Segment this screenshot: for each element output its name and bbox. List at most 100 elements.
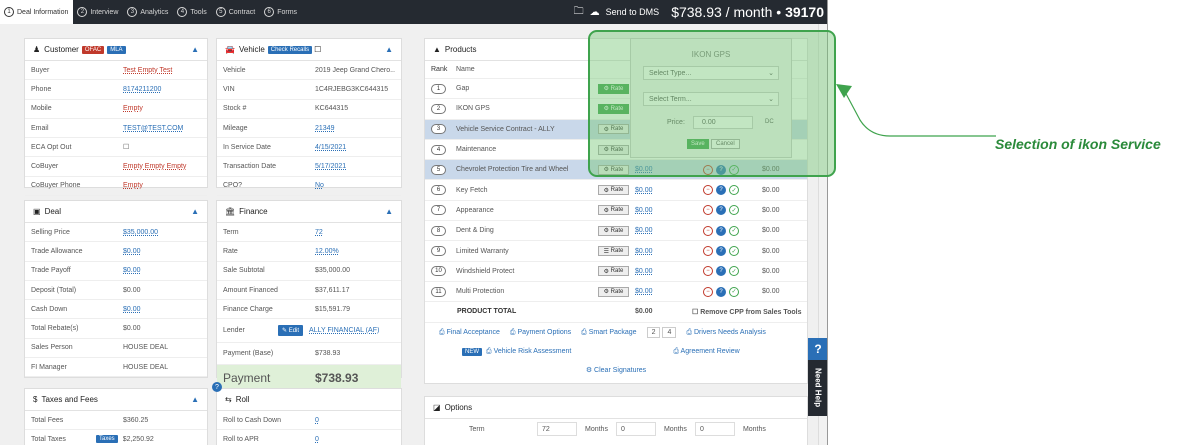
field-value[interactable]: 4/15/2021 — [315, 144, 395, 151]
folder-icon[interactable]: 🗀 — [574, 4, 584, 21]
smart-package-input-2[interactable]: 4 — [662, 327, 677, 339]
remove-icon[interactable]: − — [703, 286, 713, 297]
need-help-button[interactable]: Need Help — [808, 360, 827, 416]
check-recalls-button[interactable]: Check Recalls — [267, 45, 313, 54]
field-value[interactable]: Empty Empty Empty — [123, 163, 201, 170]
product-links-2: NEW ⎙ Vehicle Risk Assessment ⎙ Agreemen… — [425, 343, 807, 361]
field-value[interactable]: 0 — [315, 417, 395, 424]
field-value[interactable]: TEST@TEST.COM — [123, 125, 201, 132]
product-row[interactable]: 8 Dent & Ding ⚙ Rate $0.00 −? ✓ $0.00 — [425, 221, 807, 242]
check-icon[interactable]: ✓ — [729, 286, 739, 297]
product-row[interactable]: 9 Limited Warranty ☰ Rate $0.00 −? ✓ $0.00 — [425, 241, 807, 262]
field-value[interactable]: $0.00 — [123, 306, 201, 313]
tab-label: Analytics — [140, 8, 169, 16]
help-icon[interactable]: ? — [716, 266, 726, 277]
tab-tools[interactable]: 4 Tools — [173, 0, 211, 24]
field-value[interactable]: $0.00 — [123, 248, 201, 255]
rank-number: 9 — [431, 246, 446, 257]
tab-forms[interactable]: 6 Forms — [260, 0, 302, 24]
field-value[interactable]: 12.00% — [315, 248, 395, 255]
help-icon[interactable]: ? — [716, 246, 726, 257]
tab-interview[interactable]: 2 Interview — [73, 0, 123, 24]
remove-icon[interactable]: − — [703, 266, 713, 277]
help-question-button[interactable]: ? — [808, 338, 827, 360]
remove-cpp-checkbox[interactable]: ☐ — [692, 309, 698, 316]
field-value[interactable]: Empty — [123, 182, 201, 189]
check-icon[interactable]: ✓ — [729, 185, 739, 196]
product-amount[interactable]: $0.00 — [635, 288, 653, 295]
collapse-icon[interactable]: ▲ — [191, 207, 199, 216]
remove-icon[interactable]: − — [703, 205, 713, 216]
field-value[interactable]: No — [315, 182, 395, 189]
field-value[interactable]: 0 — [315, 436, 395, 443]
field-value[interactable]: ALLY FINANCIAL (AF) — [309, 327, 395, 334]
tab-analytics[interactable]: 3 Analytics — [123, 0, 173, 24]
help-icon[interactable]: ? — [716, 286, 726, 297]
remove-icon[interactable]: − — [703, 225, 713, 236]
help-icon[interactable]: ? — [716, 185, 726, 196]
rate-button[interactable]: ⚙ Rate — [598, 205, 629, 216]
info-icon[interactable]: ? — [212, 382, 222, 392]
field-value[interactable]: $35,000.00 — [123, 229, 201, 236]
remove-cpp[interactable]: ☐ Remove CPP from Sales Tools — [692, 308, 802, 316]
risk-assessment-link[interactable]: ⎙ Vehicle Risk Assessment — [486, 348, 571, 356]
remove-icon[interactable]: − — [703, 185, 713, 196]
rate-button[interactable]: ☰ Rate — [598, 246, 629, 257]
annotation-text: Selection of ikon Service — [995, 136, 1161, 152]
help-icon[interactable]: ? — [716, 225, 726, 236]
field-value[interactable]: Empty — [123, 105, 201, 112]
term-input-2[interactable]: 0 — [615, 422, 656, 436]
product-amount[interactable]: $0.00 — [635, 268, 653, 275]
check-icon[interactable]: ✓ — [729, 246, 739, 257]
mla-badge[interactable]: MLA — [107, 45, 126, 54]
product-row[interactable]: 10 Windshield Protect ⚙ Rate $0.00 −? ✓ $0.00 — [425, 262, 807, 282]
collapse-icon[interactable]: ▲ — [191, 45, 199, 54]
recalls-checkbox[interactable]: ☐ — [314, 45, 321, 54]
send-to-dms-button[interactable]: Send to DMS — [606, 7, 660, 17]
product-amount[interactable]: $0.00 — [635, 248, 653, 255]
product-amount[interactable]: $0.00 — [635, 207, 653, 214]
term-input-1[interactable]: 72 — [537, 422, 577, 436]
remove-icon[interactable]: − — [703, 246, 713, 257]
product-amount[interactable]: $0.00 — [635, 187, 653, 194]
smart-package-link[interactable]: ⎙ Smart Package — [581, 329, 636, 337]
check-icon[interactable]: ✓ — [729, 266, 739, 277]
final-acceptance-link[interactable]: ⎙ Final Acceptance — [439, 329, 500, 337]
check-icon[interactable]: ✓ — [729, 225, 739, 236]
customer-panel: ♟ Customer OFAC MLA ▲ Buyer Test Empty Test P… — [24, 38, 208, 197]
rate-button[interactable]: ⚙ Rate — [598, 286, 629, 297]
smart-package-input-1[interactable]: 2 — [646, 327, 661, 339]
term-input-3[interactable]: 0 — [694, 422, 735, 436]
tab-deal-information[interactable]: 1 Deal Information — [0, 0, 74, 24]
clear-signatures-link[interactable]: ⚙ Clear Signatures — [586, 366, 646, 374]
cloud-upload-icon[interactable]: ☁ — [590, 7, 600, 18]
tab-contract[interactable]: 5 Contract — [212, 0, 260, 24]
field-value[interactable]: 21349 — [315, 125, 395, 132]
field-value[interactable]: 5/17/2021 — [315, 163, 395, 170]
collapse-icon[interactable]: ▲ — [385, 207, 393, 216]
rate-button[interactable]: ⚙ Rate — [598, 266, 629, 277]
ofac-badge[interactable]: OFAC — [81, 45, 105, 54]
eca-checkbox[interactable]: ☐ — [123, 143, 201, 151]
rate-button[interactable]: ⚙ Rate — [598, 225, 629, 236]
product-row[interactable]: 6 Key Fetch ⚙ Rate $0.00 −? ✓ $0.00 — [425, 180, 807, 201]
product-amount[interactable]: $0.00 — [635, 227, 653, 234]
tab-label: Deal Information — [17, 8, 69, 16]
drivers-needs-link[interactable]: ⎙ Drivers Needs Analysis — [686, 329, 766, 337]
field-label: Buyer — [31, 66, 50, 74]
rate-button[interactable]: ⚙ Rate — [598, 185, 629, 196]
field-value[interactable]: Test Empty Test — [123, 67, 201, 74]
collapse-icon[interactable]: ▲ — [191, 395, 199, 404]
lender-edit-button[interactable]: ✎ Edit — [278, 325, 304, 337]
payment-options-link[interactable]: ⎙ Payment Options — [510, 329, 571, 337]
agreement-review-link[interactable]: ⎙ Agreement Review — [673, 348, 739, 356]
taxes-button[interactable]: Taxes — [96, 435, 118, 444]
collapse-icon[interactable]: ▲ — [385, 45, 393, 54]
check-icon[interactable]: ✓ — [729, 205, 739, 216]
product-row[interactable]: 7 Appearance ⚙ Rate $0.00 −? ✓ $0.00 — [425, 201, 807, 222]
help-icon[interactable]: ? — [716, 205, 726, 216]
field-value[interactable]: 72 — [315, 229, 395, 236]
field-value[interactable]: 8174211200 — [123, 86, 201, 93]
product-row[interactable]: 11 Multi Protection ⚙ Rate $0.00 −? ✓ $0.00 — [425, 282, 807, 303]
field-value[interactable]: $0.00 — [123, 267, 201, 274]
